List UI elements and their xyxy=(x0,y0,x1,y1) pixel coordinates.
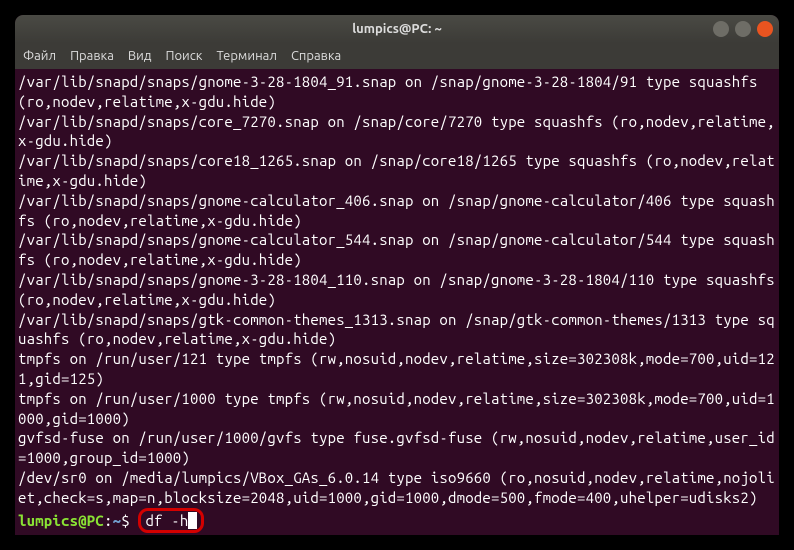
terminal-window: lumpics@PC: ~ Файл Правка Вид Поиск Терм… xyxy=(15,15,779,535)
maximize-button[interactable] xyxy=(735,21,751,37)
output-line: tmpfs on /run/user/121 type tmpfs (rw,no… xyxy=(18,349,776,389)
output-line: /var/lib/snapd/snaps/gnome-3-28-1804_91.… xyxy=(18,72,776,112)
output-line: gvfsd-fuse on /run/user/1000/gvfs type f… xyxy=(18,428,776,468)
menu-terminal[interactable]: Терминал xyxy=(216,49,276,63)
menubar: Файл Правка Вид Поиск Терминал Справка xyxy=(15,43,779,69)
prompt-separator: : xyxy=(104,512,113,529)
prompt-line: lumpics@PC:~$ df -h xyxy=(18,512,204,529)
output-line: /var/lib/snapd/snaps/core_7270.snap on /… xyxy=(18,112,776,152)
output-line: tmpfs on /run/user/1000 type tmpfs (rw,n… xyxy=(18,389,776,429)
prompt-path: ~ xyxy=(113,512,122,529)
menu-edit[interactable]: Правка xyxy=(70,49,114,63)
titlebar: lumpics@PC: ~ xyxy=(15,15,779,43)
menu-help[interactable]: Справка xyxy=(291,49,341,63)
window-title: lumpics@PC: ~ xyxy=(352,22,442,36)
close-button[interactable] xyxy=(757,21,773,37)
output-line: /var/lib/snapd/snaps/gnome-3-28-1804_110… xyxy=(18,270,776,310)
output-line: /var/lib/snapd/snaps/gnome-calculator_40… xyxy=(18,191,776,231)
output-line: /var/lib/snapd/snaps/gnome-calculator_54… xyxy=(18,230,776,270)
cursor-icon xyxy=(188,512,197,529)
window-controls xyxy=(713,21,773,37)
prompt-user-host: lumpics@PC xyxy=(18,512,104,529)
minimize-button[interactable] xyxy=(713,21,729,37)
command-input[interactable]: df -h xyxy=(145,512,188,529)
output-line: /var/lib/snapd/snaps/core18_1265.snap on… xyxy=(18,151,776,191)
menu-file[interactable]: Файл xyxy=(23,49,56,63)
menu-view[interactable]: Вид xyxy=(128,49,152,63)
prompt-dollar: $ xyxy=(121,512,138,529)
menu-search[interactable]: Поиск xyxy=(165,49,202,63)
output-line: /var/lib/snapd/snaps/gtk-common-themes_1… xyxy=(18,310,776,350)
terminal-output[interactable]: /var/lib/snapd/snaps/gnome-3-28-1804_91.… xyxy=(15,69,779,535)
command-highlight: df -h xyxy=(138,508,204,534)
output-line: /dev/sr0 on /media/lumpics/VBox_GAs_6.0.… xyxy=(18,468,776,508)
